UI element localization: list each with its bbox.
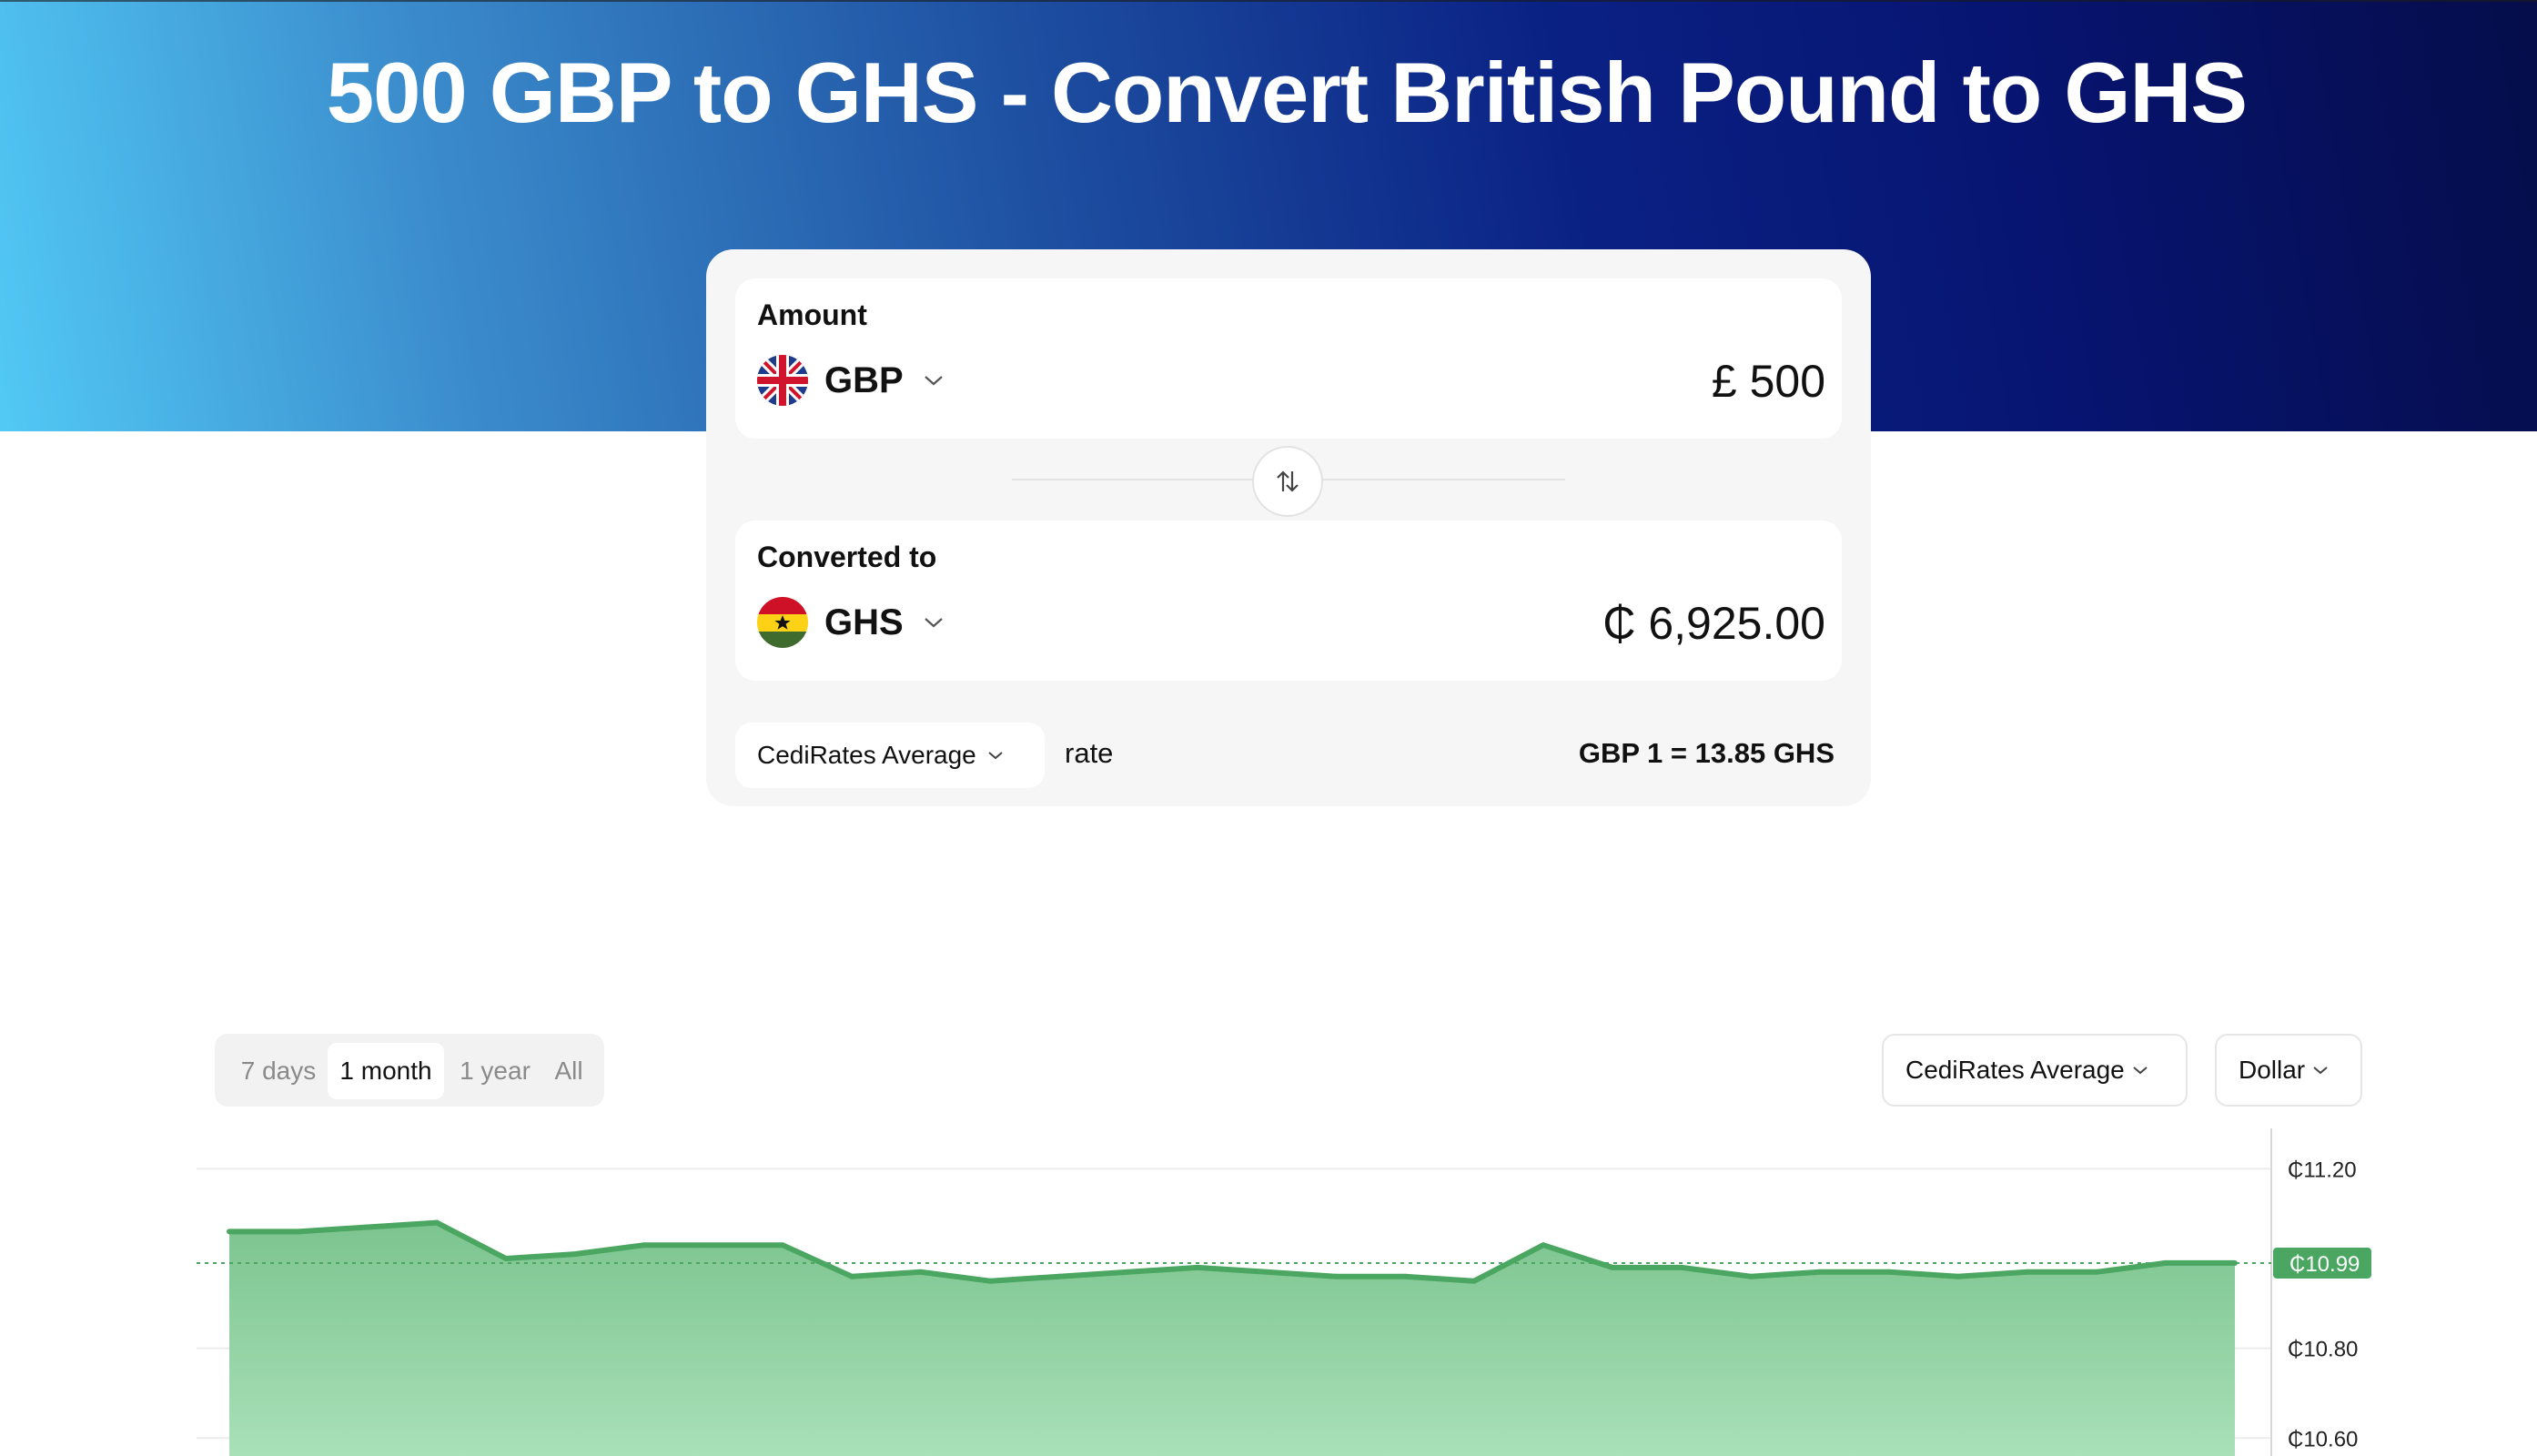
amount-label: Amount (757, 298, 867, 331)
data-point (1056, 1273, 1062, 1279)
converted-value: ₵ 6,925.00 (1602, 598, 1825, 649)
data-point (918, 1269, 924, 1275)
data-point (849, 1273, 854, 1279)
time-range-tabs: 7 days 1 month 1 year All (215, 1034, 604, 1107)
data-point (1126, 1269, 1131, 1275)
chart-source-label: CediRates Average (1905, 1056, 2125, 1084)
data-point (1610, 1264, 1615, 1270)
data-point (503, 1256, 509, 1262)
chevron-down-icon (2313, 1067, 2328, 1075)
data-point (1748, 1273, 1754, 1279)
data-point (1956, 1273, 1961, 1279)
from-currency-select[interactable]: GBP (757, 351, 944, 410)
data-point (711, 1242, 716, 1249)
data-point (572, 1251, 578, 1258)
data-point (296, 1228, 301, 1235)
data-point (1886, 1269, 1892, 1275)
y-tick-label: ₵11.20 (2288, 1158, 2357, 1182)
ghana-flag-icon (757, 597, 808, 648)
chevron-down-icon (2133, 1067, 2148, 1075)
rate-source-label: CediRates Average (757, 741, 976, 769)
swap-arrows-icon (1277, 470, 1299, 492)
exchange-rate-text: GBP 1 = 13.85 GHS (1578, 737, 1835, 769)
data-point (642, 1242, 647, 1249)
data-point (434, 1219, 440, 1226)
chart-source-dropdown[interactable]: CediRates Average (1882, 1034, 2188, 1107)
swap-currencies-button[interactable] (1252, 446, 1323, 517)
range-1-year[interactable]: 1 year (450, 1043, 541, 1099)
chevron-down-icon (924, 376, 943, 386)
from-currency-code: GBP (824, 359, 904, 400)
base-currency-label: Dollar (2239, 1056, 2306, 1084)
amount-input[interactable]: £ 500 (1712, 355, 1825, 408)
data-point (1541, 1242, 1546, 1249)
converted-label: Converted to (757, 541, 937, 573)
data-point (987, 1278, 993, 1284)
chevron-down-icon (988, 752, 1003, 760)
range-7-days[interactable]: 7 days (222, 1043, 335, 1099)
data-point (2025, 1269, 2030, 1275)
converted-panel: Converted to GHS ₵ 6,925.00 (735, 521, 1842, 681)
to-currency-select[interactable]: GHS (757, 593, 944, 652)
data-point (1679, 1264, 1684, 1270)
chevron-down-icon (924, 618, 943, 628)
rate-word: rate (1065, 737, 1114, 769)
data-point (1817, 1269, 1823, 1275)
data-point (780, 1242, 785, 1249)
converter-card: Amount GBP £ 500 Converted to GHS ₵ 6,92… (706, 249, 1871, 806)
data-point (1402, 1273, 1408, 1279)
y-tick-label: ₵10.80 (2288, 1338, 2358, 1362)
data-point (1264, 1269, 1269, 1275)
page-title: 500 GBP to GHS - Convert British Pound t… (326, 45, 2248, 140)
data-point (1471, 1278, 1477, 1284)
range-all[interactable]: All (541, 1043, 597, 1099)
data-point (2094, 1269, 2099, 1275)
to-currency-code: GHS (824, 602, 904, 642)
rate-source-dropdown[interactable]: CediRates Average (735, 723, 1045, 788)
data-point (365, 1224, 370, 1230)
range-1-month[interactable]: 1 month (328, 1043, 444, 1099)
data-point (1195, 1264, 1200, 1270)
data-point (1333, 1273, 1339, 1279)
top-border (0, 0, 2537, 2)
current-value-label: ₵10.99 (2289, 1252, 2360, 1277)
y-tick-label: ₵10.60 (2288, 1427, 2358, 1451)
rate-history-chart: ₵11.20 ₵10.80 ₵10.60 ₵10.99 (197, 1128, 2371, 1456)
uk-flag-icon (757, 355, 808, 406)
base-currency-dropdown[interactable]: Dollar (2215, 1034, 2362, 1107)
amount-panel: Amount GBP £ 500 (735, 278, 1842, 439)
data-point (227, 1228, 232, 1235)
